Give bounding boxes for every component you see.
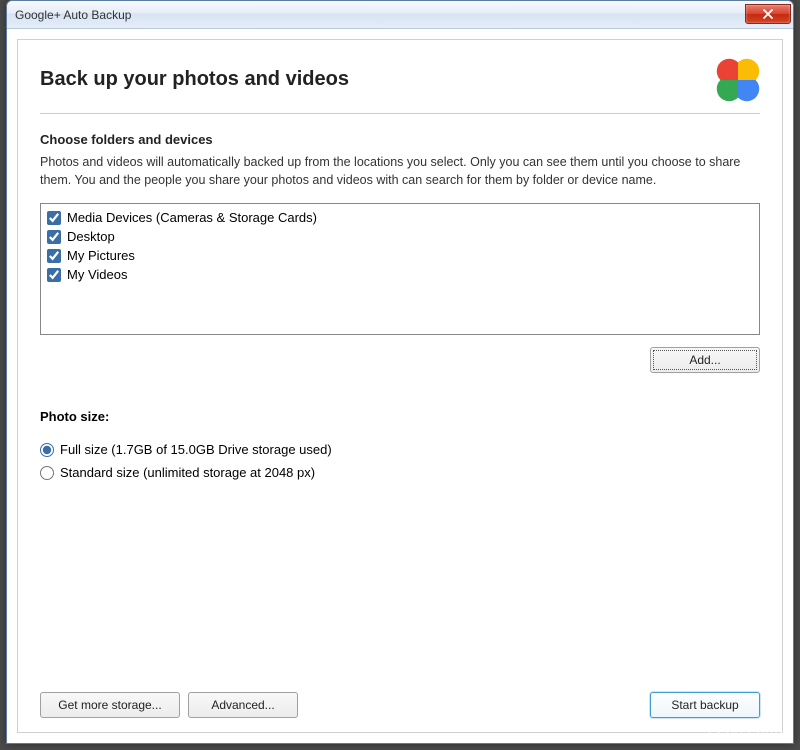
- start-backup-button[interactable]: Start backup: [650, 692, 760, 718]
- photo-size-radio[interactable]: [40, 443, 54, 457]
- folder-label: Desktop: [67, 229, 115, 244]
- folder-item[interactable]: My Videos: [47, 265, 753, 284]
- folder-label: My Videos: [67, 267, 127, 282]
- folder-item[interactable]: Media Devices (Cameras & Storage Cards): [47, 208, 753, 227]
- window-title: Google+ Auto Backup: [15, 8, 745, 22]
- photo-size-label: Standard size (unlimited storage at 2048…: [60, 465, 315, 480]
- photo-size-option[interactable]: Standard size (unlimited storage at 2048…: [40, 461, 760, 484]
- photo-size-heading: Photo size:: [40, 409, 760, 424]
- folder-item[interactable]: Desktop: [47, 227, 753, 246]
- add-button[interactable]: Add...: [650, 347, 760, 373]
- footer: Get more storage... Advanced... Start ba…: [40, 692, 760, 718]
- divider: [40, 113, 760, 114]
- add-row: Add...: [40, 347, 760, 373]
- close-icon: [763, 9, 773, 19]
- folders-description: Photos and videos will automatically bac…: [40, 153, 760, 189]
- photo-size-group: Full size (1.7GB of 15.0GB Drive storage…: [40, 438, 760, 484]
- get-more-storage-button[interactable]: Get more storage...: [40, 692, 180, 718]
- close-button[interactable]: [745, 4, 791, 24]
- main-panel: Back up your photos and videos Choose fo…: [17, 39, 783, 733]
- photo-size-option[interactable]: Full size (1.7GB of 15.0GB Drive storage…: [40, 438, 760, 461]
- folder-checkbox[interactable]: [47, 249, 61, 263]
- folder-list[interactable]: Media Devices (Cameras & Storage Cards) …: [40, 203, 760, 335]
- main-heading: Back up your photos and videos: [40, 68, 349, 91]
- header-row: Back up your photos and videos: [40, 62, 760, 109]
- advanced-button[interactable]: Advanced...: [188, 692, 298, 718]
- folder-item[interactable]: My Pictures: [47, 246, 753, 265]
- spacer: [40, 492, 760, 692]
- folder-checkbox[interactable]: [47, 211, 61, 225]
- folder-checkbox[interactable]: [47, 230, 61, 244]
- content-wrap: Back up your photos and videos Choose fo…: [7, 29, 793, 743]
- folder-checkbox[interactable]: [47, 268, 61, 282]
- folder-label: My Pictures: [67, 248, 135, 263]
- folders-heading: Choose folders and devices: [40, 132, 760, 147]
- app-window: Google+ Auto Backup Back up your photos …: [6, 0, 794, 744]
- photo-size-label: Full size (1.7GB of 15.0GB Drive storage…: [60, 442, 332, 457]
- titlebar: Google+ Auto Backup: [7, 1, 793, 29]
- folder-label: Media Devices (Cameras & Storage Cards): [67, 210, 317, 225]
- google-photos-logo-icon: [716, 58, 760, 102]
- photo-size-radio[interactable]: [40, 466, 54, 480]
